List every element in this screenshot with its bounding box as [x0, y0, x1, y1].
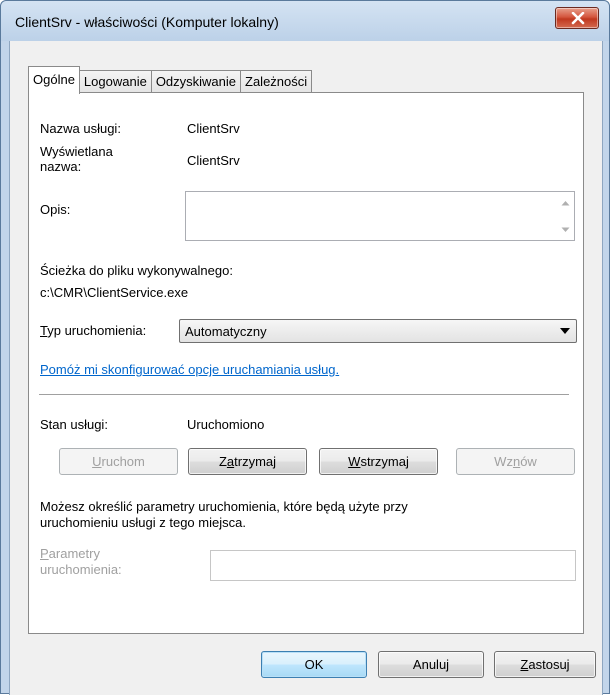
start-label-post: ruchom	[101, 454, 145, 469]
startup-type-select[interactable]: Automatyczny	[179, 319, 577, 343]
exe-path-label: Ścieżka do pliku wykonywalnego:	[40, 263, 233, 278]
help-link[interactable]: Pomóż mi skonfigurować opcje uruchamiani…	[40, 362, 339, 377]
start-params-label: Parametry uruchomienia:	[40, 546, 122, 578]
start-params-label-line2: uruchomienia:	[40, 562, 122, 577]
display-name-label: Wyświetlana nazwa:	[40, 144, 113, 174]
start-label-accel: U	[92, 454, 102, 469]
scroll-up-icon[interactable]	[561, 200, 570, 206]
start-params-help-text: Możesz określić parametry uruchomienia, …	[40, 499, 408, 531]
start-params-help-line1: Możesz określić parametry uruchomienia, …	[40, 499, 408, 514]
resume-label-pre: Wz	[494, 454, 513, 469]
tab-recovery-label: Odzyskiwanie	[155, 74, 237, 89]
chevron-down-icon	[560, 328, 570, 334]
general-tab-panel: Nazwa usługi: ClientSrv Wyświetlana nazw…	[28, 92, 584, 634]
stop-label-post: trzymaj	[234, 454, 277, 469]
start-params-help-line2: uruchomieniu usługi z tego miejsca.	[40, 515, 246, 530]
status-label: Stan usługi:	[40, 417, 108, 432]
cancel-button[interactable]: Anuluj	[378, 651, 484, 678]
start-service-button[interactable]: Uruchom	[59, 448, 178, 475]
tab-dependencies-label: Zależności	[245, 74, 308, 89]
tab-dependencies[interactable]: Zależności	[240, 70, 313, 93]
close-icon	[571, 12, 585, 25]
pause-label-accel: W	[348, 454, 361, 469]
pause-label-post: strzymaj	[360, 454, 409, 469]
description-scrollbar[interactable]	[557, 192, 574, 240]
status-value: Uruchomiono	[187, 417, 265, 432]
title-bar[interactable]: ClientSrv - właściwości (Komputer lokaln…	[1, 1, 609, 41]
apply-button[interactable]: Zastosuj	[494, 651, 596, 678]
start-params-input[interactable]	[210, 550, 576, 581]
properties-dialog: ClientSrv - właściwości (Komputer lokaln…	[0, 0, 610, 695]
resume-label-post: ów	[520, 454, 537, 469]
resume-service-button[interactable]: Wznów	[456, 448, 575, 475]
window-title: ClientSrv - właściwości (Komputer lokaln…	[15, 14, 279, 30]
ok-button[interactable]: OK	[261, 651, 367, 678]
display-name-value: ClientSrv	[187, 153, 240, 168]
tab-logon[interactable]: Logowanie	[78, 70, 152, 93]
dialog-client-area: Ogólne Logowanie Odzyskiwanie Zależności…	[9, 41, 603, 695]
tab-general-label: Ogólne	[33, 72, 75, 87]
stop-label-pre: Z	[218, 454, 227, 469]
description-textarea[interactable]	[185, 191, 575, 241]
startup-type-value: Automatyczny	[185, 324, 267, 339]
tab-general[interactable]: Ogólne	[28, 66, 80, 94]
start-params-label-accel: P	[40, 546, 49, 561]
tab-recovery[interactable]: Odzyskiwanie	[150, 70, 242, 93]
tab-logon-label: Logowanie	[83, 74, 147, 89]
startup-type-label: Typ uruchomienia:	[40, 323, 146, 338]
display-name-label-line1: Wyświetlana	[40, 144, 113, 159]
service-name-label: Nazwa usługi:	[40, 121, 121, 136]
service-name-value: ClientSrv	[187, 121, 240, 136]
exe-path-value: c:\CMR\ClientService.exe	[40, 285, 189, 300]
pause-service-button[interactable]: Wstrzymaj	[319, 448, 438, 475]
startup-type-label-rest: yp uruchomienia:	[47, 323, 147, 338]
tab-strip: Ogólne Logowanie Odzyskiwanie Zależności	[28, 66, 313, 94]
section-separator	[39, 394, 569, 396]
display-name-label-line2: nazwa:	[40, 159, 82, 174]
description-label: Opis:	[40, 202, 71, 217]
stop-service-button[interactable]: Zatrzymaj	[188, 448, 307, 475]
start-params-label-line1-rest: arametry	[48, 546, 100, 561]
scroll-down-icon[interactable]	[561, 227, 570, 233]
close-button[interactable]	[555, 7, 599, 29]
apply-label-rest: astosuj	[528, 657, 570, 672]
